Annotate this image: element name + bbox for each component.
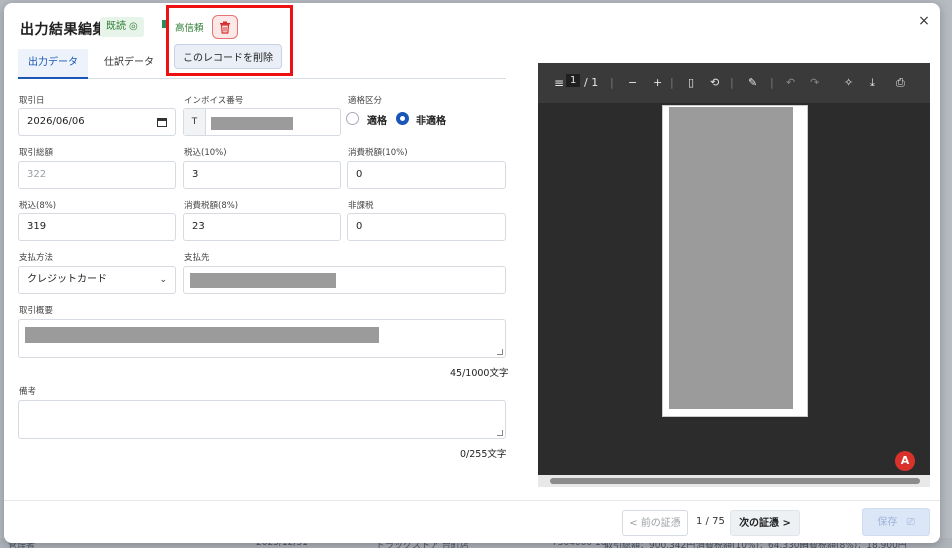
qualification-label: 適格区分 bbox=[348, 96, 383, 106]
undo-icon[interactable]: ↶ bbox=[786, 76, 795, 89]
tax-incl-10-label: 税込(10%) bbox=[184, 148, 227, 158]
summary-label: 取引概要 bbox=[19, 306, 54, 316]
summary-textarea[interactable] bbox=[18, 319, 506, 358]
delete-record-button[interactable] bbox=[212, 15, 238, 39]
pdf-viewer: ≡ 1 / 1 | − + | ▯ ⟲ | ✎ | ↶ ↷ ✧ ⤓ ⎙ A bbox=[538, 63, 930, 487]
footer-divider bbox=[4, 500, 940, 501]
page-number-input[interactable]: 1 bbox=[566, 74, 581, 87]
transaction-date-input[interactable]: 2026/06/06 bbox=[18, 108, 176, 136]
page-total: / 1 bbox=[584, 76, 599, 89]
calendar-icon[interactable] bbox=[157, 117, 167, 127]
tax-amount-10-label: 消費税額(10%) bbox=[348, 148, 408, 158]
evidence-pager: 1 / 75 bbox=[696, 516, 725, 527]
notes-counter: 0/255文字 bbox=[460, 449, 507, 460]
tax-incl-8-input[interactable]: 319 bbox=[18, 213, 176, 241]
trust-label: 高信頼 bbox=[175, 23, 204, 34]
sidebar-toggle-icon[interactable]: ≡ bbox=[554, 76, 564, 90]
edit-output-modal: × 出力結果編集 既読 ◎ 高信頼 このレコードを削除 出力データ 仕訳データ 取… bbox=[4, 3, 940, 543]
redacted-invoice-number bbox=[211, 117, 293, 130]
add-text-icon[interactable]: ✧ bbox=[844, 76, 853, 89]
resize-handle[interactable] bbox=[497, 349, 503, 355]
non-taxable-label: 非課税 bbox=[348, 201, 374, 211]
zoom-out-icon[interactable]: − bbox=[628, 76, 637, 89]
next-evidence-button[interactable]: 次の証憑 > bbox=[730, 510, 800, 536]
close-icon[interactable]: × bbox=[916, 13, 932, 29]
tab-bar: 出力データ 仕訳データ bbox=[18, 49, 506, 79]
tax-amount-8-label: 消費税額(8%) bbox=[184, 201, 239, 211]
print-icon[interactable]: ⎙ bbox=[896, 76, 905, 90]
invoice-number-input[interactable]: T bbox=[183, 108, 341, 136]
eye-icon: ◎ bbox=[129, 21, 138, 32]
modal-title: 出力結果編集 bbox=[20, 22, 107, 38]
prev-evidence-button[interactable]: < 前の証憑 bbox=[622, 510, 688, 536]
tax-amount-10-input[interactable]: 0 bbox=[347, 161, 506, 189]
tax-incl-10-input[interactable]: 3 bbox=[183, 161, 341, 189]
resize-handle[interactable] bbox=[497, 430, 503, 436]
transaction-date-label: 取引日 bbox=[19, 96, 45, 106]
toolbar-divider: | bbox=[670, 76, 674, 89]
payment-method-value: クレジットカード bbox=[27, 274, 107, 285]
transaction-date-value: 2026/06/06 bbox=[27, 116, 85, 127]
total-amount-label: 取引総額 bbox=[19, 148, 54, 158]
save-icon: ⎚ bbox=[906, 517, 915, 528]
read-badge[interactable]: 既読 ◎ bbox=[100, 17, 144, 37]
scrollbar-thumb[interactable] bbox=[550, 478, 920, 484]
read-badge-label: 既読 bbox=[106, 21, 126, 32]
radio-qualified[interactable] bbox=[346, 112, 359, 125]
payee-label: 支払先 bbox=[184, 253, 210, 263]
horizontal-scrollbar[interactable] bbox=[538, 475, 930, 487]
pdf-page bbox=[662, 105, 808, 417]
invoice-prefix: T bbox=[184, 109, 206, 135]
total-amount-input[interactable]: 322 bbox=[18, 161, 176, 189]
notes-textarea[interactable] bbox=[18, 400, 506, 439]
redo-icon[interactable]: ↷ bbox=[810, 76, 819, 89]
redacted-summary bbox=[25, 327, 379, 343]
tab-output-data[interactable]: 出力データ bbox=[18, 49, 88, 79]
tax-incl-8-label: 税込(8%) bbox=[19, 201, 57, 211]
trash-icon bbox=[220, 21, 230, 34]
payment-method-label: 支払方法 bbox=[19, 253, 54, 263]
save-button-label: 保存 bbox=[877, 517, 898, 528]
summary-counter: 45/1000文字 bbox=[450, 368, 509, 379]
chevron-down-icon: ⌄ bbox=[159, 275, 167, 285]
invoice-number-label: インボイス番号 bbox=[184, 96, 244, 106]
payment-method-select[interactable]: クレジットカード ⌄ bbox=[18, 266, 176, 294]
radio-non-qualified-label[interactable]: 非適格 bbox=[416, 112, 446, 127]
download-icon[interactable]: ⤓ bbox=[870, 76, 875, 90]
pdf-logo-icon: A bbox=[895, 451, 915, 471]
rotate-icon[interactable]: ⟲ bbox=[710, 76, 719, 89]
toolbar-divider: | bbox=[730, 76, 734, 89]
radio-non-qualified[interactable] bbox=[396, 112, 409, 125]
non-taxable-input[interactable]: 0 bbox=[347, 213, 506, 241]
draw-icon[interactable]: ✎ bbox=[748, 76, 757, 89]
pdf-toolbar: ≡ 1 / 1 | − + | ▯ ⟲ | ✎ | ↶ ↷ ✧ ⤓ ⎙ bbox=[538, 63, 930, 103]
redacted-receipt bbox=[669, 107, 793, 409]
radio-qualified-label[interactable]: 適格 bbox=[367, 112, 387, 127]
toolbar-divider: | bbox=[610, 76, 614, 89]
zoom-in-icon[interactable]: + bbox=[653, 76, 662, 89]
payee-input[interactable] bbox=[183, 266, 506, 294]
redacted-payee bbox=[190, 273, 336, 288]
tab-journal-data[interactable]: 仕訳データ bbox=[94, 49, 164, 79]
toolbar-divider: | bbox=[770, 76, 774, 89]
flag-icon bbox=[162, 20, 166, 28]
tax-amount-8-input[interactable]: 23 bbox=[183, 213, 341, 241]
fit-page-icon[interactable]: ▯ bbox=[688, 76, 694, 89]
notes-label: 備考 bbox=[19, 387, 37, 397]
save-button[interactable]: 保存 ⎚ bbox=[862, 508, 930, 536]
